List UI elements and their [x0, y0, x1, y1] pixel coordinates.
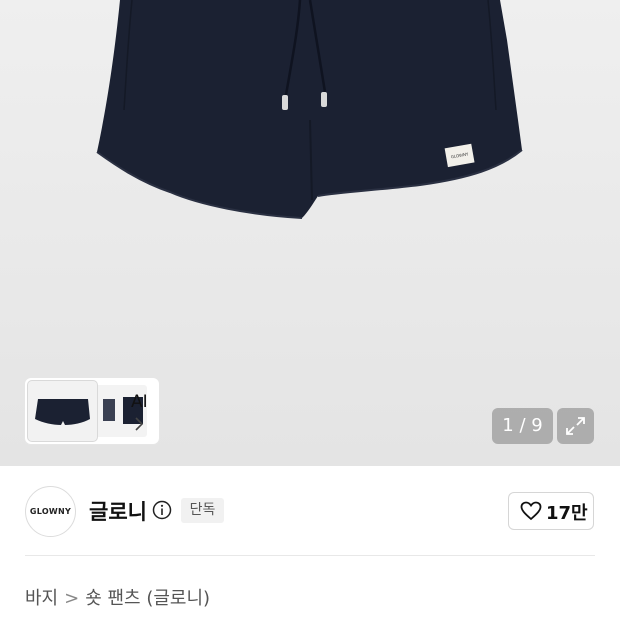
image-pager: 1 / 9 [492, 408, 553, 444]
breadcrumb-category[interactable]: 바지 [25, 588, 58, 609]
heart-icon [520, 501, 542, 521]
thumbnail-selected[interactable] [28, 381, 97, 441]
product-image-gallery[interactable]: GLOWNY AI 1 / 9 [0, 0, 620, 466]
breadcrumb-separator: > [64, 588, 80, 609]
ai-label[interactable]: AI [131, 392, 148, 412]
expand-icon [566, 417, 585, 435]
chevron-right-icon[interactable] [134, 417, 144, 431]
brand-logo[interactable]: GLOWNY [25, 486, 76, 537]
breadcrumb-subcategory[interactable]: 숏 팬츠 (글로니) [85, 588, 210, 609]
like-count: 17만 [546, 503, 588, 524]
brand-name[interactable]: 글로니 [89, 496, 147, 526]
fullscreen-button[interactable] [557, 408, 594, 444]
breadcrumb: 바지 > 숏 팬츠 (글로니) [25, 584, 210, 610]
like-button[interactable]: 17만 [508, 492, 594, 530]
info-icon[interactable] [152, 500, 172, 520]
divider [25, 555, 595, 556]
exclusive-badge: 단독 [181, 498, 224, 523]
